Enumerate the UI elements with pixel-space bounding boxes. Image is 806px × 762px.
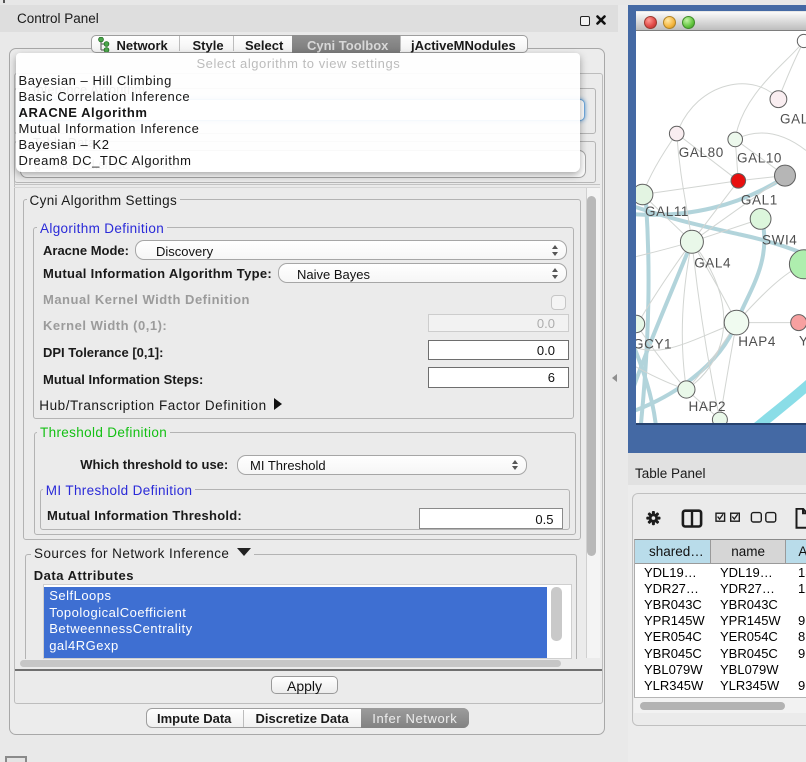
svg-text:HAP2: HAP2: [689, 399, 727, 414]
svg-text:GAL80: GAL80: [679, 145, 724, 160]
svg-text:Y: Y: [799, 333, 806, 348]
svg-text:GAL10: GAL10: [737, 150, 782, 165]
svg-text:GAL11: GAL11: [645, 204, 689, 219]
svg-text:GAL4: GAL4: [694, 255, 731, 270]
svg-text:GAL7: GAL7: [780, 111, 806, 126]
svg-text:HAP4: HAP4: [738, 334, 776, 349]
svg-text:GAL1: GAL1: [741, 192, 778, 207]
svg-text:SWI4: SWI4: [762, 232, 797, 247]
svg-text:GCY1: GCY1: [636, 336, 672, 351]
